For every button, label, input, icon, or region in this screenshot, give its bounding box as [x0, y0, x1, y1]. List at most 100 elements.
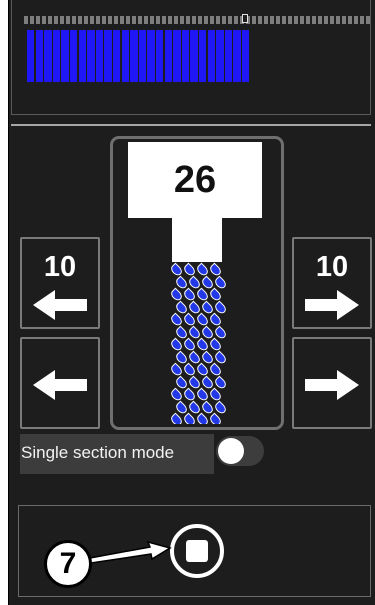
active-section-segment: [242, 30, 250, 82]
section-tick: [360, 16, 364, 24]
arrow-right-icon: [305, 370, 359, 400]
shift-right-10-label: 10: [315, 251, 349, 283]
section-tick: [138, 16, 142, 24]
drop-icon: [182, 412, 197, 424]
single-section-mode-toggle[interactable]: [216, 436, 264, 466]
drop-icon: [208, 387, 223, 403]
active-section-segment: [44, 30, 52, 82]
section-tick: [126, 16, 130, 24]
section-tick: [150, 16, 154, 24]
callout-marker: 7: [44, 540, 92, 588]
active-section-segment: [138, 30, 147, 82]
section-tick: [54, 16, 58, 24]
section-tick: [168, 16, 172, 24]
section-tick: [108, 16, 112, 24]
section-tick: [78, 16, 82, 24]
section-tick: [348, 16, 352, 24]
section-tick: [114, 16, 118, 24]
divider: [11, 124, 371, 126]
section-tick: [156, 16, 160, 24]
section-tick: [204, 16, 208, 24]
section-tick: [342, 16, 346, 24]
section-tick: [60, 16, 64, 24]
section-tick: [252, 16, 256, 24]
active-section-segment: [181, 30, 190, 82]
drop-icon: [182, 362, 197, 378]
active-section-segment: [199, 30, 207, 82]
section-tick: [96, 16, 100, 24]
drop-icon: [208, 362, 223, 378]
section-tick: [90, 16, 94, 24]
drop-icon: [208, 287, 223, 303]
drop-icon: [182, 262, 197, 278]
active-section-segment: [104, 30, 112, 82]
shift-left-10-button[interactable]: 10: [20, 237, 100, 329]
section-tick: [288, 16, 292, 24]
stop-button[interactable]: [170, 524, 224, 578]
active-section-segment: [130, 30, 138, 82]
active-section-segment: [147, 30, 155, 82]
shift-left-button[interactable]: [20, 337, 100, 429]
arrow-left-icon: [33, 290, 87, 320]
drop-icon: [170, 412, 184, 424]
section-tick: [66, 16, 70, 24]
drop-icon: [170, 362, 184, 378]
active-section-segment: [70, 30, 78, 82]
active-section-segment: [190, 30, 198, 82]
drop-icon: [170, 337, 184, 353]
active-section-segment: [113, 30, 121, 82]
section-tick: [276, 16, 280, 24]
section-tick: [312, 16, 316, 24]
section-tick: [294, 16, 298, 24]
active-section-segment: [156, 30, 164, 82]
section-tick: [216, 16, 220, 24]
section-tick: [258, 16, 262, 24]
spray-drops-icon: [170, 262, 226, 424]
drop-icon: [208, 337, 223, 353]
active-section-segment: [78, 30, 86, 82]
section-tick: [144, 16, 148, 24]
section-ticks: [24, 16, 370, 24]
section-tick: [264, 16, 268, 24]
section-tick: [174, 16, 178, 24]
drop-icon: [195, 387, 210, 403]
section-tick: [180, 16, 184, 24]
shift-left-10-label: 10: [43, 251, 77, 283]
section-tick: [330, 16, 334, 24]
active-section-segment: [35, 30, 43, 82]
active-section-segment: [207, 30, 215, 82]
shift-right-button[interactable]: [292, 337, 372, 429]
section-tick: [84, 16, 88, 24]
active-section-segment: [95, 30, 104, 82]
drop-icon: [170, 262, 184, 278]
drop-icon: [195, 262, 210, 278]
active-section-segment: [87, 30, 95, 82]
stop-icon: [186, 540, 208, 562]
section-position-marker: [242, 14, 248, 23]
single-section-mode-label: Single section mode: [21, 443, 175, 462]
section-tick: [132, 16, 136, 24]
drop-icon: [208, 312, 223, 328]
arrow-left-icon: [33, 370, 87, 400]
section-tick: [192, 16, 196, 24]
section-tick: [162, 16, 166, 24]
section-tick: [222, 16, 226, 24]
shift-right-10-button[interactable]: 10: [292, 237, 372, 329]
section-tick: [102, 16, 106, 24]
section-tick: [72, 16, 76, 24]
active-section-segment: [224, 30, 233, 82]
nozzle-icon: [172, 218, 222, 262]
section-tick: [366, 16, 370, 24]
active-section-segment: [216, 30, 224, 82]
drop-icon: [182, 337, 197, 353]
rate-value: 26: [173, 158, 217, 201]
section-tick: [210, 16, 214, 24]
section-tick: [234, 16, 238, 24]
drop-icon: [195, 287, 210, 303]
section-tick: [336, 16, 340, 24]
section-tick: [48, 16, 52, 24]
drop-icon: [170, 387, 184, 403]
drop-icon: [195, 362, 210, 378]
drop-icon: [208, 412, 223, 424]
single-section-mode-label-row: Single section mode: [20, 434, 214, 474]
